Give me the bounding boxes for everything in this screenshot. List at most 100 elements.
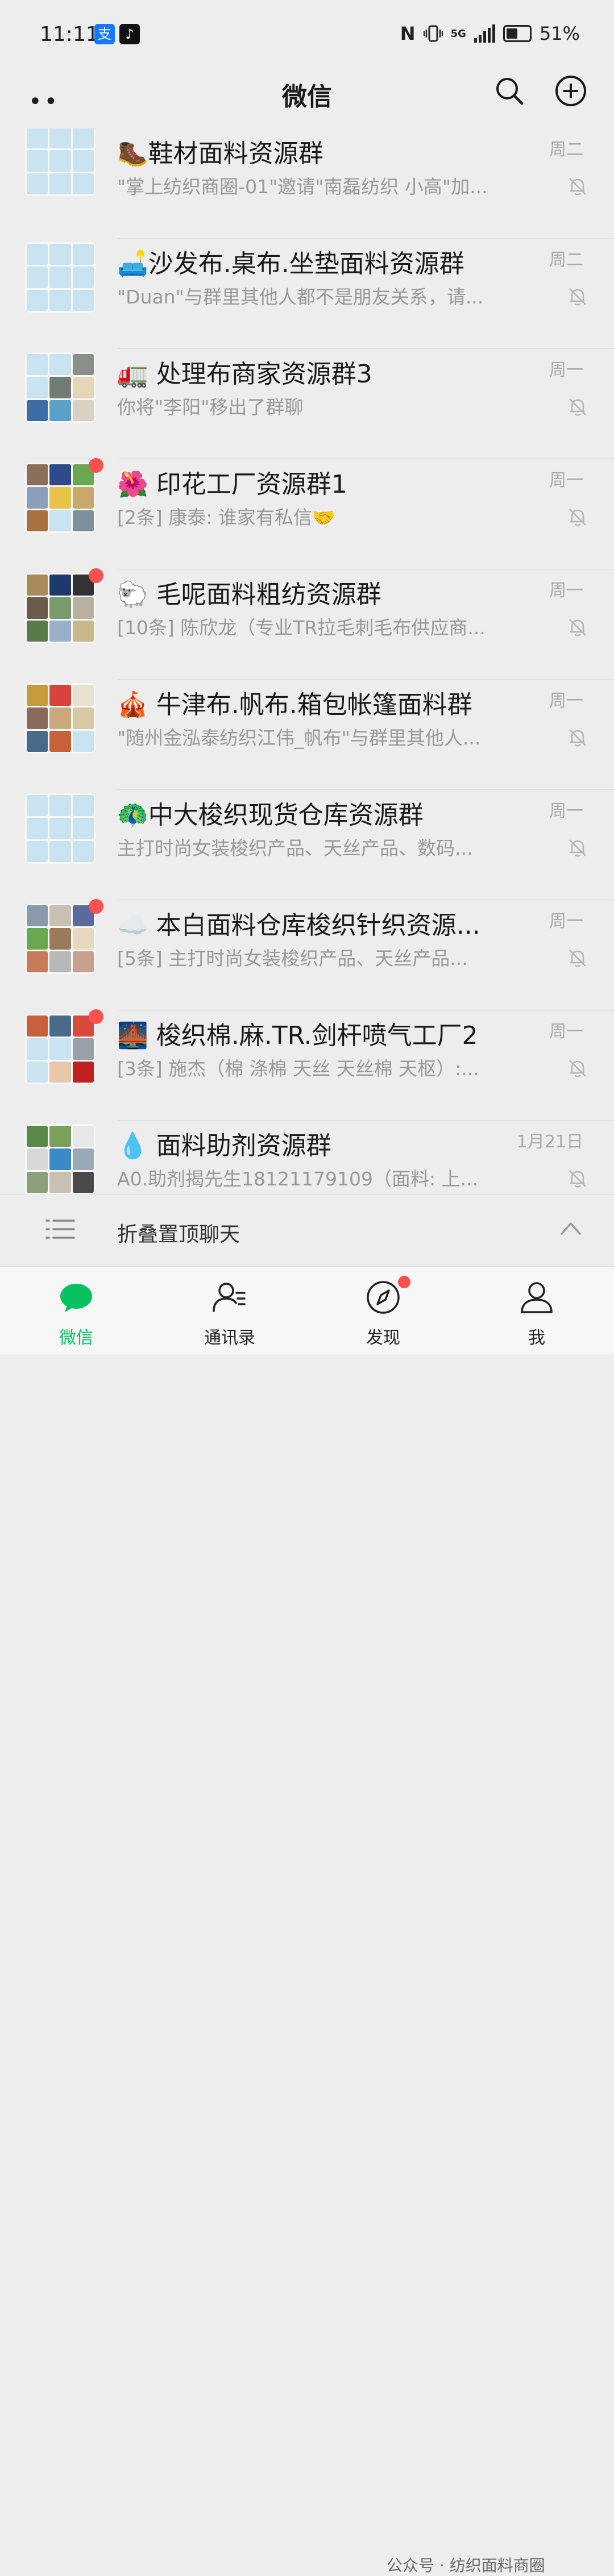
avatar-tile <box>72 173 94 194</box>
avatar-tile <box>72 795 94 817</box>
mute-bell-icon <box>569 1060 586 1077</box>
avatar-tile <box>49 928 71 950</box>
avatar-tile <box>49 150 71 172</box>
chat-preview: A0.助剂揭先生18121179109（面料: 上... <box>117 1168 479 1190</box>
group-avatar <box>25 683 96 754</box>
discover-badge <box>398 1276 410 1288</box>
avatar-tile <box>27 795 48 817</box>
chat-name: 🌺 印花工厂资源群1 <box>117 470 347 499</box>
chat-time: 周二 <box>549 140 583 160</box>
avatar-tile <box>27 464 48 486</box>
avatar-tile <box>27 510 48 531</box>
avatar-tile <box>72 267 94 288</box>
chat-row[interactable]: 🦚中大梭织现货仓库资源群 主打时尚女装梭织产品、天丝产品、数码... 周一 <box>0 790 614 900</box>
avatar-tile <box>49 173 71 194</box>
avatar-tile <box>72 928 94 950</box>
tab-discover[interactable]: 发现 <box>326 1267 440 1354</box>
chat-row[interactable]: 🚛 处理布商家资源群3 你将"李阳"移出了群聊 周一 <box>0 349 614 459</box>
status-right: N 5G 51% <box>400 23 580 44</box>
avatar-tile <box>49 597 71 619</box>
avatar-tile <box>49 1038 71 1060</box>
avatar-tile <box>72 818 94 839</box>
avatar-tile <box>72 1061 94 1083</box>
chat-row[interactable]: 🐑 毛呢面料粗纺资源群 [10条] 陈欣龙（专业TR拉毛刺毛布供应商... 周一 <box>0 568 614 680</box>
mute-bell-icon <box>569 1170 586 1188</box>
avatar-tile <box>72 354 94 376</box>
chat-preview: [10条] 陈欣龙（专业TR拉毛刺毛布供应商... <box>117 617 486 639</box>
mute-bell-icon <box>569 178 586 195</box>
avatar-tile <box>27 685 48 706</box>
fold-label: 折叠置顶聊天 <box>117 1223 240 1246</box>
chat-preview: 主打时尚女装梭织产品、天丝产品、数码... <box>117 837 473 859</box>
tab-chats[interactable]: 微信 <box>19 1267 133 1354</box>
watermark: 公众号 · 纺织面料商圈 <box>387 2556 545 2575</box>
avatar-tile <box>72 128 94 149</box>
chat-row[interactable]: 🛋️沙发布.桌布.坐垫面料资源群 "Duan"与群里其他人都不是朋友关系，请...… <box>0 239 614 349</box>
avatar-tile <box>27 928 48 950</box>
chat-row[interactable]: ☁️ 本白面料仓库梭织针织资源... [5条] 主打时尚女装梭织产品、天丝产品..… <box>0 899 614 1010</box>
chat-name: 🥾鞋材面料资源群 <box>117 139 323 168</box>
battery-fill <box>506 28 517 39</box>
tab-me[interactable]: 我 <box>480 1267 594 1354</box>
avatar-tile <box>27 1061 48 1083</box>
avatar-tile <box>49 1148 71 1170</box>
avatar-tile <box>27 150 48 172</box>
status-bar: 11:11 支 ♪ N 5G 51% <box>0 0 614 68</box>
unread-dot <box>89 899 103 914</box>
avatar-tile <box>72 951 94 972</box>
battery-percent: 51% <box>539 23 580 44</box>
avatar-tile <box>49 818 71 839</box>
avatar-tile <box>49 1171 71 1193</box>
avatar-tile <box>27 1016 48 1037</box>
contacts-icon <box>213 1283 246 1312</box>
avatar-tile <box>49 951 71 972</box>
avatar-tile <box>27 377 48 398</box>
chat-preview: "Duan"与群里其他人都不是朋友关系，请... <box>117 286 484 308</box>
avatar-tile <box>27 730 48 752</box>
mute-bell-icon <box>569 398 586 416</box>
avatar-tile <box>72 620 94 642</box>
chat-name: 🚛 处理布商家资源群3 <box>117 360 372 389</box>
group-avatar <box>25 1124 96 1195</box>
chat-row[interactable]: 🌉 梭织棉.麻.TR.剑杆喷气工厂2 [3条] 施杰（棉 涤棉 天丝 天丝棉 天枢… <box>0 1009 614 1121</box>
chat-time: 周一 <box>549 471 583 490</box>
unread-dot <box>89 1009 103 1024</box>
avatar-tile <box>72 289 94 311</box>
avatar-tile <box>72 708 94 729</box>
avatar-tile <box>49 840 71 862</box>
avatar-tile <box>27 575 48 596</box>
mute-bell-icon <box>569 950 586 967</box>
tab-label: 我 <box>528 1328 545 1348</box>
chat-preview: [2条] 康泰: 谁家有私信🤝 <box>117 506 335 528</box>
avatar-tile <box>49 905 71 927</box>
avatar-tile <box>72 510 94 531</box>
chat-name: 🌉 梭织棉.麻.TR.剑杆喷气工厂2 <box>117 1021 478 1050</box>
plus-circle-icon[interactable] <box>554 74 588 108</box>
chat-row[interactable]: 🌺 印花工厂资源群1 [2条] 康泰: 谁家有私信🤝 周一 <box>0 458 614 569</box>
chat-row[interactable]: 🥾鞋材面料资源群 "掌上纺织商圈-01"邀请"南磊纺织 小高"加... 周二 <box>0 128 614 239</box>
avatar-tile <box>49 354 71 376</box>
chat-preview: [3条] 施杰（棉 涤棉 天丝 天丝棉 天枢）:... <box>117 1058 479 1080</box>
avatar-tile <box>72 840 94 862</box>
alipay-icon: 支 <box>94 24 115 44</box>
chat-preview: "随州金泓泰纺织江伟_帆布"与群里其他人... <box>117 727 481 749</box>
avatar-tile <box>72 730 94 752</box>
chat-row[interactable]: 💧 面料助剂资源群 A0.助剂揭先生18121179109（面料: 上... 1月2… <box>0 1121 614 1195</box>
chat-time: 周一 <box>549 691 583 711</box>
search-icon[interactable] <box>492 74 526 108</box>
avatar-tile <box>27 951 48 972</box>
chat-time: 周二 <box>549 250 583 270</box>
avatar-tile <box>27 597 48 619</box>
chat-time: 周一 <box>549 1022 583 1042</box>
group-avatar <box>25 573 96 643</box>
avatar-tile <box>27 1148 48 1170</box>
chat-time: 周一 <box>549 801 583 821</box>
group-avatar <box>25 1014 96 1084</box>
group-avatar <box>25 352 96 423</box>
avatar-tile <box>27 487 48 509</box>
chevron-up-icon[interactable] <box>559 1220 582 1236</box>
fold-pinned-chats[interactable]: 折叠置顶聊天 <box>0 1195 614 1267</box>
tab-contacts[interactable]: 通讯录 <box>173 1267 287 1354</box>
chat-row[interactable]: 🎪 牛津布.帆布.箱包帐篷面料群 "随州金泓泰纺织江伟_帆布"与群里其他人... 周… <box>0 680 614 790</box>
avatar-tile <box>49 377 71 398</box>
